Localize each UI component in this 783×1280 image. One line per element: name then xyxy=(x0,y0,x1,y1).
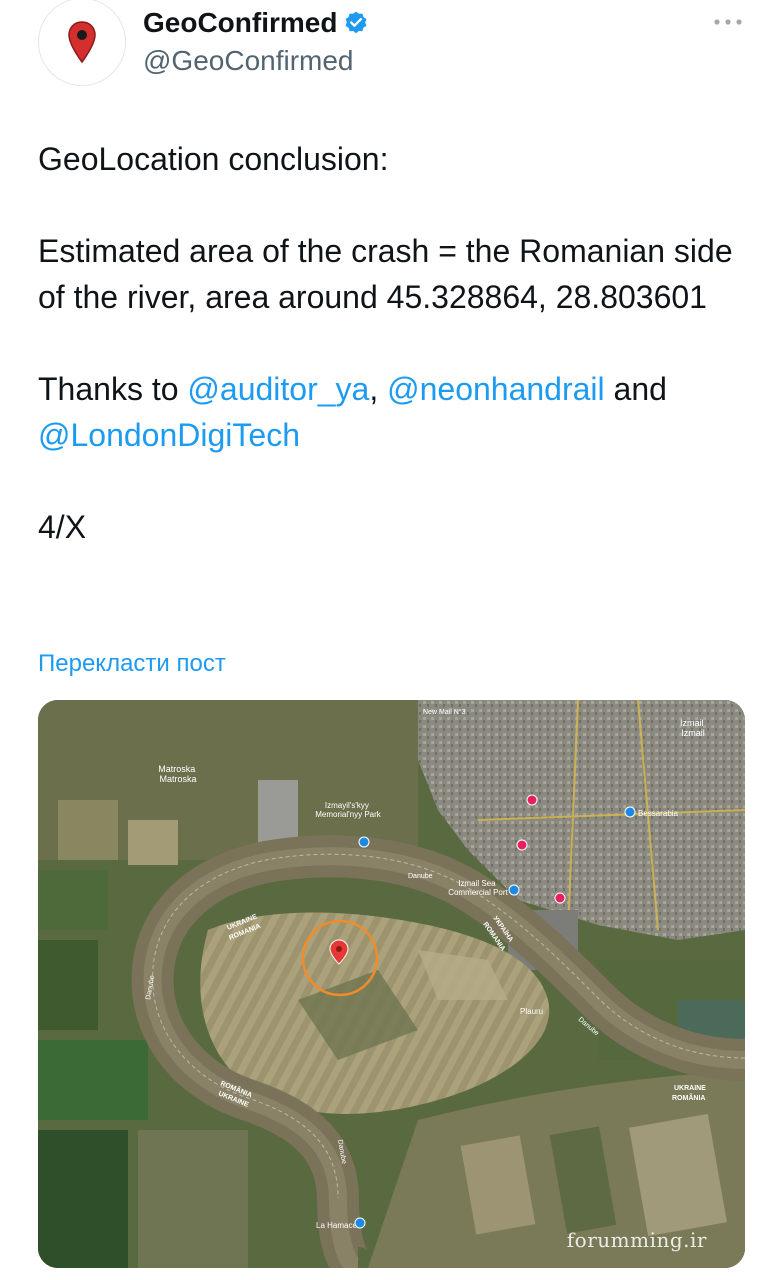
verified-badge-icon xyxy=(346,11,367,34)
map-label-la-hamace: La Hamace xyxy=(316,1221,357,1230)
and-text: and xyxy=(604,371,676,407)
field-northwest-1 xyxy=(58,800,118,860)
map-label-matroska: Matroska Matroska xyxy=(158,764,198,784)
tweet-line-heading: GeoLocation conclusion: xyxy=(38,141,389,177)
field-west-2 xyxy=(38,940,98,1030)
poi-dot xyxy=(358,836,370,848)
more-options-icon[interactable] xyxy=(712,10,744,34)
display-name[interactable]: GeoConfirmed xyxy=(143,6,337,40)
tweet-line-estimate: Estimated area of the crash = the Romani… xyxy=(38,233,742,315)
map-label-izmail-line1: Izmail xyxy=(680,718,704,728)
field-southwest-2 xyxy=(38,1130,128,1268)
map-label-romania-br: ROMÂNIA xyxy=(672,1093,705,1102)
poi-dot xyxy=(526,794,538,806)
poi-dot xyxy=(354,1217,366,1229)
translate-post-link[interactable]: Перекласти пост xyxy=(38,648,226,680)
mention-auditor-ya[interactable]: @auditor_ya xyxy=(187,371,369,407)
poi-dot xyxy=(516,839,528,851)
poi-dot xyxy=(508,884,520,896)
mention-londondigitech[interactable]: @LondonDigiTech xyxy=(38,417,300,453)
map-label-danube-top: Danube xyxy=(408,873,433,880)
map-label-port-line2: Commercial Port xyxy=(448,888,508,897)
poi-dot xyxy=(554,892,566,904)
thanks-prefix: Thanks to xyxy=(38,371,188,407)
avatar[interactable] xyxy=(38,0,126,86)
field-northwest-2 xyxy=(128,820,178,865)
map-pin-icon xyxy=(68,21,96,64)
map-label-izmail-line2: Izmail xyxy=(681,728,705,738)
map-label-port-line1: Izmail Sea xyxy=(458,879,496,888)
map-label-park-line1: Izmayil's'kyy xyxy=(325,801,369,810)
poi-dot xyxy=(624,806,636,818)
watermark: forumming.ir xyxy=(566,1228,707,1252)
satellite-map-image[interactable]: Matroska Matroska Izmayil's'kyy Memorial… xyxy=(38,700,745,1268)
map-label-bessarabia: Bessarabia xyxy=(638,809,679,818)
tweet-text: GeoLocation conclusion: Estimated area o… xyxy=(38,136,738,550)
thread-counter: 4/X xyxy=(38,509,87,545)
map-label-park-line2: Memorial'nyy Park xyxy=(315,810,382,819)
map-label-plauru: Plauru xyxy=(520,1007,543,1016)
map-canvas: Matroska Matroska Izmayil's'kyy Memorial… xyxy=(38,700,745,1268)
field-west-1 xyxy=(38,870,108,930)
field-south-1 xyxy=(138,1130,248,1268)
author-name-row: GeoConfirmed xyxy=(143,6,369,40)
map-label-new-mail: New Mail N°3 xyxy=(423,708,466,716)
mention-neonhandrail[interactable]: @neonhandrail xyxy=(387,371,605,407)
author-handle[interactable]: @GeoConfirmed xyxy=(143,44,354,78)
mention-separator: , xyxy=(369,371,388,407)
map-label-matroska-line2: Matroska xyxy=(159,774,196,784)
map-label-izmail: Izmail Izmail xyxy=(680,718,706,738)
map-label-matroska-line1: Matroska xyxy=(158,764,195,774)
map-label-ukraine-br: UKRAINE xyxy=(674,1085,706,1092)
field-southwest-1 xyxy=(38,1040,148,1120)
